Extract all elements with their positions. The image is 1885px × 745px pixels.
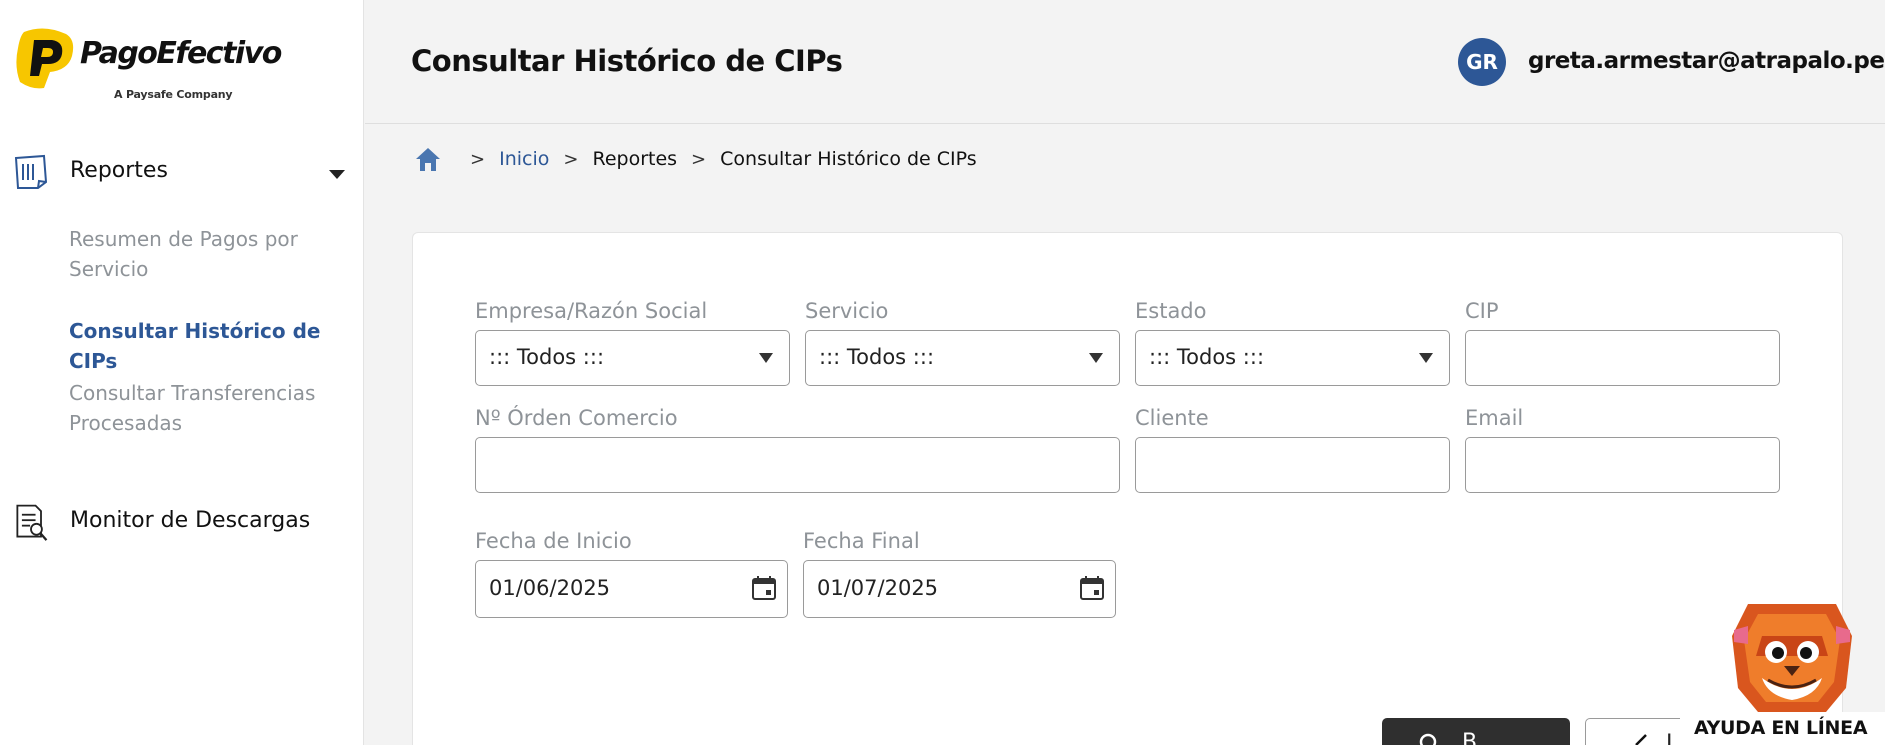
empresa-label: Empresa/Razón Social bbox=[475, 299, 708, 323]
logo-tagline: A Paysafe Company bbox=[114, 88, 233, 101]
breadcrumb-inicio[interactable]: Inicio bbox=[499, 148, 549, 170]
email-input[interactable] bbox=[1466, 438, 1779, 492]
empresa-select[interactable]: ::: Todos ::: bbox=[475, 330, 790, 386]
cip-label: CIP bbox=[1465, 299, 1499, 323]
orden-field[interactable] bbox=[475, 437, 1120, 493]
sidebar-item-resumen-pagos[interactable]: Resumen de Pagos por Servicio bbox=[69, 224, 349, 284]
page-title: Consultar Histórico de CIPs bbox=[411, 44, 843, 78]
breadcrumb-separator: > bbox=[563, 148, 579, 170]
report-icon bbox=[14, 154, 48, 189]
estado-select[interactable]: ::: Todos ::: bbox=[1135, 330, 1450, 386]
broom-icon bbox=[1635, 734, 1647, 745]
download-monitor-icon bbox=[16, 504, 48, 541]
caret-down-icon bbox=[1419, 353, 1433, 363]
orden-input[interactable] bbox=[476, 438, 1119, 492]
sidebar-section-reportes[interactable]: Reportes bbox=[0, 152, 364, 192]
breadcrumb-separator: > bbox=[470, 148, 486, 170]
email-label: Email bbox=[1465, 406, 1524, 430]
avatar[interactable]: GR bbox=[1458, 38, 1506, 86]
estado-value: ::: Todos ::: bbox=[1149, 345, 1265, 369]
lion-mascot-icon bbox=[1732, 604, 1852, 712]
fecha-inicio-value: 01/06/2025 bbox=[489, 576, 611, 600]
sidebar-section-monitor-descargas[interactable]: Monitor de Descargas bbox=[0, 500, 364, 544]
sidebar: PagoEfectivo A Paysafe Company Reportes … bbox=[0, 0, 364, 745]
email-field[interactable] bbox=[1465, 437, 1780, 493]
pagoefectivo-logo[interactable]: PagoEfectivo A Paysafe Company bbox=[14, 26, 282, 106]
calendar-icon[interactable] bbox=[1079, 575, 1105, 601]
estado-label: Estado bbox=[1135, 299, 1207, 323]
breadcrumb: > Inicio > Reportes > Consultar Históric… bbox=[414, 143, 977, 175]
search-icon bbox=[1419, 733, 1437, 745]
online-help-widget[interactable]: AYUDA EN LÍNEA bbox=[1680, 590, 1885, 745]
logo-wordmark: PagoEfectivo bbox=[80, 36, 282, 71]
empresa-value: ::: Todos ::: bbox=[489, 345, 605, 369]
breadcrumb-current: Consultar Histórico de CIPs bbox=[720, 148, 977, 170]
sidebar-section-label: Monitor de Descargas bbox=[70, 508, 311, 533]
orden-label: Nº Órden Comercio bbox=[475, 406, 678, 430]
breadcrumb-reportes: Reportes bbox=[592, 148, 678, 170]
cliente-field[interactable] bbox=[1135, 437, 1450, 493]
search-button-label: B bbox=[1462, 730, 1478, 745]
home-icon[interactable] bbox=[414, 145, 442, 173]
fecha-final-field[interactable]: 01/07/2025 bbox=[803, 560, 1116, 618]
page-header: Consultar Histórico de CIPs GR greta.arm… bbox=[365, 0, 1885, 124]
search-button[interactable]: B bbox=[1382, 718, 1570, 745]
fecha-inicio-label: Fecha de Inicio bbox=[475, 529, 632, 553]
cliente-label: Cliente bbox=[1135, 406, 1209, 430]
servicio-label: Servicio bbox=[805, 299, 889, 323]
caret-down-icon bbox=[759, 353, 773, 363]
caret-down-icon bbox=[1089, 353, 1103, 363]
fecha-inicio-field[interactable]: 01/06/2025 bbox=[475, 560, 788, 618]
calendar-icon[interactable] bbox=[751, 575, 777, 601]
cip-input[interactable] bbox=[1466, 331, 1779, 385]
chevron-down-icon[interactable] bbox=[328, 168, 346, 180]
cip-field[interactable] bbox=[1465, 330, 1780, 386]
sidebar-item-transferencias[interactable]: Consultar Transferencias Procesadas bbox=[69, 378, 349, 438]
online-help-label: AYUDA EN LÍNEA bbox=[1680, 712, 1885, 745]
sidebar-item-historico-cips[interactable]: Consultar Histórico de CIPs bbox=[69, 316, 349, 376]
pagoefectivo-logo-icon bbox=[16, 28, 74, 89]
user-email[interactable]: greta.armestar@atrapalo.pe bbox=[1528, 48, 1885, 74]
fecha-final-label: Fecha Final bbox=[803, 529, 920, 553]
servicio-select[interactable]: ::: Todos ::: bbox=[805, 330, 1120, 386]
fecha-final-value: 01/07/2025 bbox=[817, 576, 939, 600]
cliente-input[interactable] bbox=[1136, 438, 1449, 492]
breadcrumb-separator: > bbox=[691, 148, 707, 170]
servicio-value: ::: Todos ::: bbox=[819, 345, 935, 369]
sidebar-section-label: Reportes bbox=[70, 158, 168, 183]
